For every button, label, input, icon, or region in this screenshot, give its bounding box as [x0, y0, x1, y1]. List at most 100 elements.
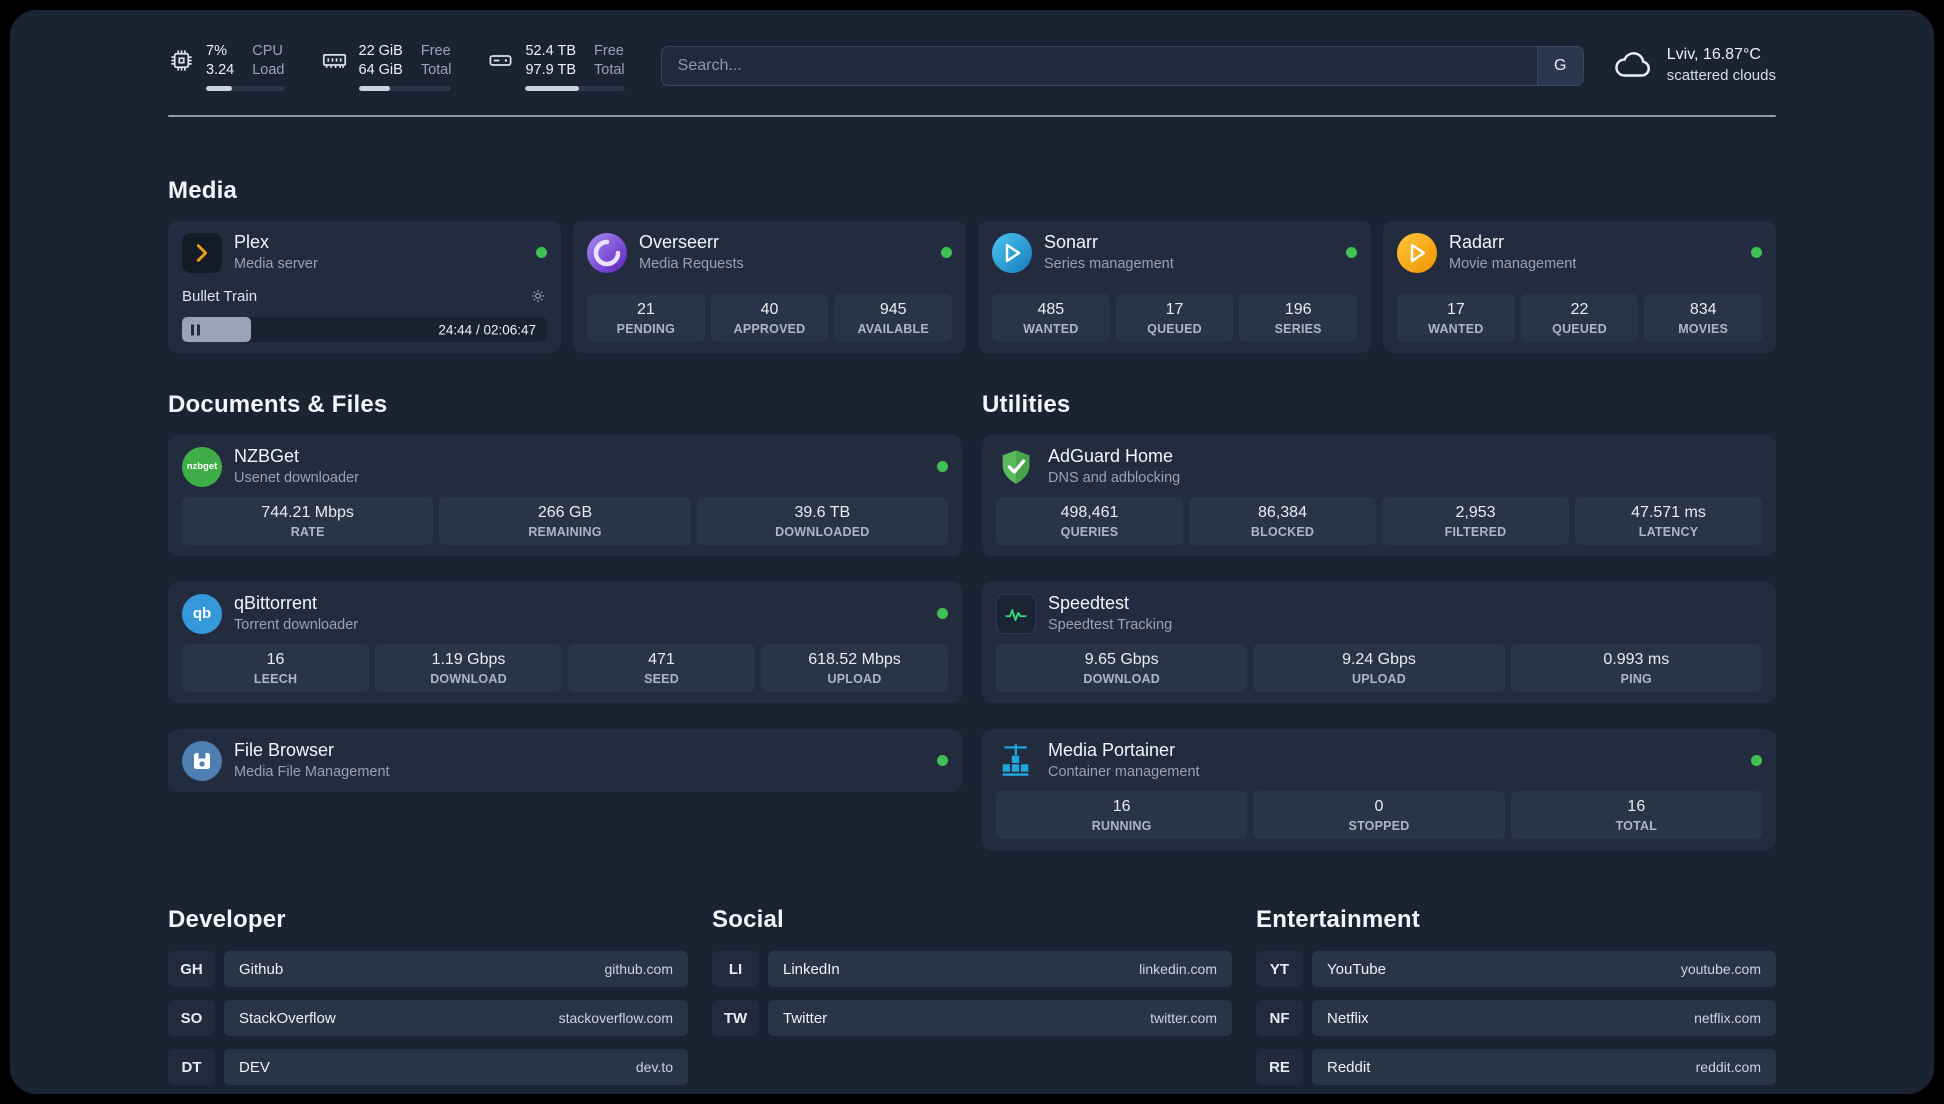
- linkedin-link[interactable]: LinkedIn linkedin.com: [768, 951, 1232, 988]
- bookmark-twitter: TW Twitter twitter.com: [712, 1000, 1232, 1037]
- stat-label: SERIES: [1274, 322, 1322, 337]
- adguard-card: AdGuard Home DNS and adblocking 498,461 …: [982, 435, 1776, 557]
- stat-label: FILTERED: [1444, 525, 1507, 540]
- header-divider: [168, 115, 1776, 118]
- stat-total: 16 TOTAL: [1510, 791, 1762, 840]
- adguard-shield-icon: [996, 447, 1036, 487]
- dev-link[interactable]: DEV dev.to: [224, 1049, 688, 1086]
- stat-label: PENDING: [616, 322, 676, 337]
- qbittorrent-stats: 16 LEECH 1.19 Gbps DOWNLOAD 471 SEED 618…: [182, 644, 948, 693]
- app-desc: Speedtest Tracking: [1048, 616, 1173, 633]
- dev-badge[interactable]: DT: [168, 1049, 215, 1086]
- netflix-badge[interactable]: NF: [1256, 1000, 1303, 1037]
- search-bar: G: [660, 46, 1584, 86]
- documents-section: Documents & Files nzbget NZBGet Usenet d…: [168, 391, 962, 850]
- filebrowser-app-link[interactable]: File Browser Media File Management: [182, 740, 948, 781]
- cpu-load-label: Load: [252, 62, 285, 79]
- overseerr-app-link[interactable]: Overseerr Media Requests: [587, 232, 952, 273]
- documents-stack: nzbget NZBGet Usenet downloader 744.21 M…: [168, 435, 962, 793]
- app-name: qBittorrent: [234, 593, 318, 614]
- app-desc: Media File Management: [234, 763, 390, 780]
- speedtest-stats: 9.65 Gbps DOWNLOAD 9.24 Gbps UPLOAD 0.99…: [996, 644, 1762, 693]
- stackoverflow-badge[interactable]: SO: [168, 1000, 215, 1037]
- portainer-titles: Media Portainer Container management: [1048, 740, 1200, 781]
- bookmark-youtube: YT YouTube youtube.com: [1256, 951, 1776, 988]
- stat-label: TOTAL: [1615, 819, 1658, 834]
- stat-blocked: 86,384 BLOCKED: [1189, 497, 1376, 546]
- sonarr-card: Sonarr Series management 485 WANTED 17 Q…: [978, 221, 1371, 354]
- nzbget-icon: nzbget: [182, 446, 222, 487]
- status-dot: [1751, 247, 1762, 259]
- search-input[interactable]: [661, 57, 1537, 75]
- stat-value: 2,953: [1455, 504, 1496, 522]
- speedtest-app-link[interactable]: Speedtest Speedtest Tracking: [996, 593, 1762, 634]
- entertainment-section: Entertainment YT YouTube youtube.com NF …: [1256, 906, 1776, 1086]
- stat-queries: 498,461 QUERIES: [996, 497, 1183, 546]
- search-engine-button[interactable]: G: [1536, 47, 1583, 85]
- github-badge[interactable]: GH: [168, 951, 215, 988]
- stat-value: 16: [266, 651, 285, 669]
- stat-rate: 744.21 Mbps RATE: [182, 497, 434, 546]
- weather-location: Lviv, 16.87°C: [1666, 45, 1761, 63]
- twitter-badge[interactable]: TW: [712, 1000, 759, 1037]
- memory-progress-bar: [358, 86, 452, 92]
- stat-value: 744.21 Mbps: [261, 504, 354, 522]
- stat-remaining: 266 GB REMAINING: [439, 497, 691, 546]
- reddit-badge[interactable]: RE: [1256, 1049, 1303, 1086]
- youtube-badge[interactable]: YT: [1256, 951, 1303, 988]
- cpu-label: CPU: [252, 43, 283, 59]
- stat-label: UPLOAD: [827, 672, 882, 687]
- bookmark-name: DEV: [239, 1058, 270, 1076]
- sonarr-app-link[interactable]: Sonarr Series management: [992, 232, 1357, 273]
- qbittorrent-app-link[interactable]: qb qBittorrent Torrent downloader: [182, 593, 948, 634]
- stat-value: 40: [760, 301, 779, 319]
- bookmark-name: StackOverflow: [239, 1009, 336, 1027]
- middle-columns: Documents & Files nzbget NZBGet Usenet d…: [168, 391, 1776, 851]
- memory-values: 22 GiB Free 64 GiB Total: [358, 42, 452, 92]
- section-title-social: Social: [712, 906, 784, 934]
- adguard-app-link[interactable]: AdGuard Home DNS and adblocking: [996, 446, 1762, 487]
- cpu-progress-bar: [206, 86, 285, 92]
- pause-button[interactable]: [191, 324, 200, 336]
- player-settings-gear-icon[interactable]: [529, 287, 547, 305]
- radarr-stats: 17 WANTED 22 QUEUED 834 MOVIES: [1397, 294, 1763, 343]
- reddit-link[interactable]: Reddit reddit.com: [1312, 1049, 1776, 1086]
- playback-progress-bar[interactable]: 24:44 / 02:06:47: [182, 317, 547, 343]
- radarr-app-link[interactable]: Radarr Movie management: [1397, 232, 1762, 273]
- github-link[interactable]: Github github.com: [224, 951, 688, 988]
- stat-label: MOVIES: [1678, 322, 1729, 337]
- stackoverflow-link[interactable]: StackOverflow stackoverflow.com: [224, 1000, 688, 1037]
- now-playing-row: Bullet Train: [182, 287, 547, 305]
- portainer-app-link[interactable]: Media Portainer Container management: [996, 740, 1762, 781]
- radarr-icon: [1397, 232, 1437, 273]
- now-playing-title: Bullet Train: [182, 287, 258, 305]
- stat-pending: 21 PENDING: [587, 294, 705, 343]
- bookmarks-row: Developer GH Github github.com SO StackO…: [168, 906, 1776, 1094]
- bookmark-url: youtube.com: [1680, 961, 1761, 978]
- section-title-media: Media: [168, 177, 238, 205]
- bookmark-url: github.com: [604, 961, 673, 978]
- stat-download: 9.65 Gbps DOWNLOAD: [996, 644, 1248, 693]
- twitter-link[interactable]: Twitter twitter.com: [768, 1000, 1232, 1037]
- linkedin-badge[interactable]: LI: [712, 951, 759, 988]
- plex-app-link[interactable]: Plex Media server: [182, 232, 547, 273]
- stat-download: 1.19 Gbps DOWNLOAD: [375, 644, 562, 693]
- plex-icon: [182, 232, 222, 273]
- netflix-link[interactable]: Netflix netflix.com: [1312, 1000, 1776, 1037]
- nzbget-titles: NZBGet Usenet downloader: [234, 446, 359, 487]
- app-name: File Browser: [234, 740, 335, 761]
- social-list: LI LinkedIn linkedin.com TW Twitter twit…: [712, 951, 1232, 1037]
- youtube-link[interactable]: YouTube youtube.com: [1312, 951, 1776, 988]
- storage-free-value: 52.4 TB: [525, 43, 577, 59]
- adguard-stats: 498,461 QUERIES 86,384 BLOCKED 2,953 FIL…: [996, 497, 1762, 546]
- cpu-progress-fill: [206, 86, 232, 92]
- overseerr-card: Overseerr Media Requests 21 PENDING 40 A…: [573, 221, 966, 354]
- nzbget-card: nzbget NZBGet Usenet downloader 744.21 M…: [168, 435, 962, 557]
- stat-label: RATE: [290, 525, 325, 540]
- cpu-icon: [168, 47, 195, 74]
- stat-label: WANTED: [1023, 322, 1079, 337]
- radarr-card: Radarr Movie management 17 WANTED 22 QUE…: [1383, 221, 1776, 354]
- portainer-crane-icon: [996, 741, 1036, 781]
- nzbget-app-link[interactable]: nzbget NZBGet Usenet downloader: [182, 446, 948, 487]
- app-desc: Media Requests: [639, 255, 744, 272]
